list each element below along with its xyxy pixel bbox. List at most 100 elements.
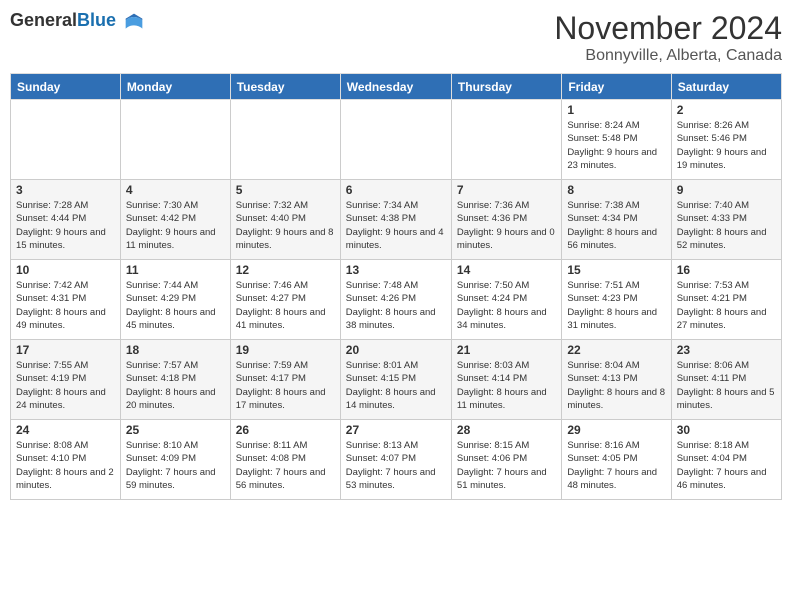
cell-4-6: 30 Sunrise: 8:18 AMSunset: 4:04 PMDayligh…: [671, 420, 781, 500]
day-info: Sunrise: 7:44 AMSunset: 4:29 PMDaylight:…: [126, 279, 225, 332]
col-sunday: Sunday: [11, 74, 121, 100]
day-number: 17: [16, 343, 115, 357]
month-title: November 2024: [554, 10, 782, 47]
cell-1-0: 3 Sunrise: 7:28 AMSunset: 4:44 PMDaylight…: [11, 180, 121, 260]
cell-2-5: 15 Sunrise: 7:51 AMSunset: 4:23 PMDayligh…: [562, 260, 671, 340]
cell-1-5: 8 Sunrise: 7:38 AMSunset: 4:34 PMDaylight…: [562, 180, 671, 260]
col-monday: Monday: [120, 74, 230, 100]
day-number: 28: [457, 423, 556, 437]
day-number: 6: [346, 183, 446, 197]
cell-2-1: 11 Sunrise: 7:44 AMSunset: 4:29 PMDayligh…: [120, 260, 230, 340]
cell-3-0: 17 Sunrise: 7:55 AMSunset: 4:19 PMDayligh…: [11, 340, 121, 420]
day-info: Sunrise: 7:51 AMSunset: 4:23 PMDaylight:…: [567, 279, 665, 332]
cell-4-3: 27 Sunrise: 8:13 AMSunset: 4:07 PMDayligh…: [340, 420, 451, 500]
cell-2-3: 13 Sunrise: 7:48 AMSunset: 4:26 PMDayligh…: [340, 260, 451, 340]
day-info: Sunrise: 7:50 AMSunset: 4:24 PMDaylight:…: [457, 279, 556, 332]
day-number: 3: [16, 183, 115, 197]
day-info: Sunrise: 7:40 AMSunset: 4:33 PMDaylight:…: [677, 199, 776, 252]
day-number: 23: [677, 343, 776, 357]
day-info: Sunrise: 8:11 AMSunset: 4:08 PMDaylight:…: [236, 439, 335, 492]
day-number: 7: [457, 183, 556, 197]
cell-4-5: 29 Sunrise: 8:16 AMSunset: 4:05 PMDayligh…: [562, 420, 671, 500]
day-info: Sunrise: 7:57 AMSunset: 4:18 PMDaylight:…: [126, 359, 225, 412]
day-info: Sunrise: 8:08 AMSunset: 4:10 PMDaylight:…: [16, 439, 115, 492]
day-info: Sunrise: 7:36 AMSunset: 4:36 PMDaylight:…: [457, 199, 556, 252]
day-number: 30: [677, 423, 776, 437]
week-row-4: 24Sunrise: 8:08 AMSunset: 4:10 PMDayligh…: [11, 420, 782, 500]
day-number: 9: [677, 183, 776, 197]
day-number: 12: [236, 263, 335, 277]
cell-4-4: 28 Sunrise: 8:15 AMSunset: 4:06 PMDayligh…: [451, 420, 561, 500]
cell-3-5: 22 Sunrise: 8:04 AMSunset: 4:13 PMDayligh…: [562, 340, 671, 420]
day-number: 22: [567, 343, 665, 357]
logo: GeneralBlue: [10, 10, 144, 32]
cell-0-5: 1 Sunrise: 8:24 AMSunset: 5:48 PMDaylight…: [562, 100, 671, 180]
week-row-1: 3 Sunrise: 7:28 AMSunset: 4:44 PMDaylight…: [11, 180, 782, 260]
day-info: Sunrise: 7:55 AMSunset: 4:19 PMDaylight:…: [16, 359, 115, 412]
cell-1-2: 5Sunrise: 7:32 AMSunset: 4:40 PMDaylight…: [230, 180, 340, 260]
day-info: Sunrise: 7:38 AMSunset: 4:34 PMDaylight:…: [567, 199, 665, 252]
calendar-body: 1 Sunrise: 8:24 AMSunset: 5:48 PMDaylight…: [11, 100, 782, 500]
day-info: Sunrise: 8:04 AMSunset: 4:13 PMDaylight:…: [567, 359, 665, 412]
day-info: Sunrise: 8:06 AMSunset: 4:11 PMDaylight:…: [677, 359, 776, 412]
page: GeneralBlue November 2024 Bonnyville, Al…: [0, 0, 792, 612]
day-number: 26: [236, 423, 335, 437]
week-row-2: 10 Sunrise: 7:42 AMSunset: 4:31 PMDayligh…: [11, 260, 782, 340]
day-info: Sunrise: 7:42 AMSunset: 4:31 PMDaylight:…: [16, 279, 115, 332]
day-number: 21: [457, 343, 556, 357]
day-info: Sunrise: 7:53 AMSunset: 4:21 PMDaylight:…: [677, 279, 776, 332]
day-info: Sunrise: 7:59 AMSunset: 4:17 PMDaylight:…: [236, 359, 335, 412]
day-number: 25: [126, 423, 225, 437]
header: GeneralBlue November 2024 Bonnyville, Al…: [10, 10, 782, 65]
day-number: 15: [567, 263, 665, 277]
cell-3-2: 19 Sunrise: 7:59 AMSunset: 4:17 PMDayligh…: [230, 340, 340, 420]
cell-0-6: 2Sunrise: 8:26 AMSunset: 5:46 PMDaylight…: [671, 100, 781, 180]
day-number: 1: [567, 103, 665, 117]
calendar-header-row: Sunday Monday Tuesday Wednesday Thursday…: [11, 74, 782, 100]
cell-2-4: 14 Sunrise: 7:50 AMSunset: 4:24 PMDayligh…: [451, 260, 561, 340]
day-info: Sunrise: 8:10 AMSunset: 4:09 PMDaylight:…: [126, 439, 225, 492]
day-number: 13: [346, 263, 446, 277]
day-info: Sunrise: 7:48 AMSunset: 4:26 PMDaylight:…: [346, 279, 446, 332]
col-wednesday: Wednesday: [340, 74, 451, 100]
cell-3-3: 20Sunrise: 8:01 AMSunset: 4:15 PMDayligh…: [340, 340, 451, 420]
day-number: 5: [236, 183, 335, 197]
logo-blue: Blue: [77, 10, 116, 30]
day-info: Sunrise: 7:28 AMSunset: 4:44 PMDaylight:…: [16, 199, 115, 252]
day-number: 19: [236, 343, 335, 357]
cell-2-6: 16 Sunrise: 7:53 AMSunset: 4:21 PMDayligh…: [671, 260, 781, 340]
cell-4-2: 26 Sunrise: 8:11 AMSunset: 4:08 PMDayligh…: [230, 420, 340, 500]
cell-3-4: 21Sunrise: 8:03 AMSunset: 4:14 PMDayligh…: [451, 340, 561, 420]
cell-0-1: [120, 100, 230, 180]
cell-2-0: 10 Sunrise: 7:42 AMSunset: 4:31 PMDayligh…: [11, 260, 121, 340]
cell-0-2: [230, 100, 340, 180]
cell-1-1: 4Sunrise: 7:30 AMSunset: 4:42 PMDaylight…: [120, 180, 230, 260]
day-number: 20: [346, 343, 446, 357]
day-number: 27: [346, 423, 446, 437]
day-number: 18: [126, 343, 225, 357]
day-info: Sunrise: 8:13 AMSunset: 4:07 PMDaylight:…: [346, 439, 446, 492]
day-number: 29: [567, 423, 665, 437]
day-number: 14: [457, 263, 556, 277]
col-thursday: Thursday: [451, 74, 561, 100]
day-number: 11: [126, 263, 225, 277]
logo-general: General: [10, 10, 77, 30]
day-number: 16: [677, 263, 776, 277]
calendar: Sunday Monday Tuesday Wednesday Thursday…: [10, 73, 782, 500]
week-row-0: 1 Sunrise: 8:24 AMSunset: 5:48 PMDaylight…: [11, 100, 782, 180]
location: Bonnyville, Alberta, Canada: [554, 47, 782, 65]
day-info: Sunrise: 8:24 AMSunset: 5:48 PMDaylight:…: [567, 119, 665, 172]
cell-4-1: 25 Sunrise: 8:10 AMSunset: 4:09 PMDayligh…: [120, 420, 230, 500]
day-number: 8: [567, 183, 665, 197]
title-area: November 2024 Bonnyville, Alberta, Canad…: [554, 10, 782, 65]
cell-0-4: [451, 100, 561, 180]
day-info: Sunrise: 7:30 AMSunset: 4:42 PMDaylight:…: [126, 199, 225, 252]
cell-0-0: [11, 100, 121, 180]
day-info: Sunrise: 8:18 AMSunset: 4:04 PMDaylight:…: [677, 439, 776, 492]
day-info: Sunrise: 8:15 AMSunset: 4:06 PMDaylight:…: [457, 439, 556, 492]
day-number: 10: [16, 263, 115, 277]
cell-3-1: 18 Sunrise: 7:57 AMSunset: 4:18 PMDayligh…: [120, 340, 230, 420]
col-friday: Friday: [562, 74, 671, 100]
col-tuesday: Tuesday: [230, 74, 340, 100]
day-info: Sunrise: 8:16 AMSunset: 4:05 PMDaylight:…: [567, 439, 665, 492]
